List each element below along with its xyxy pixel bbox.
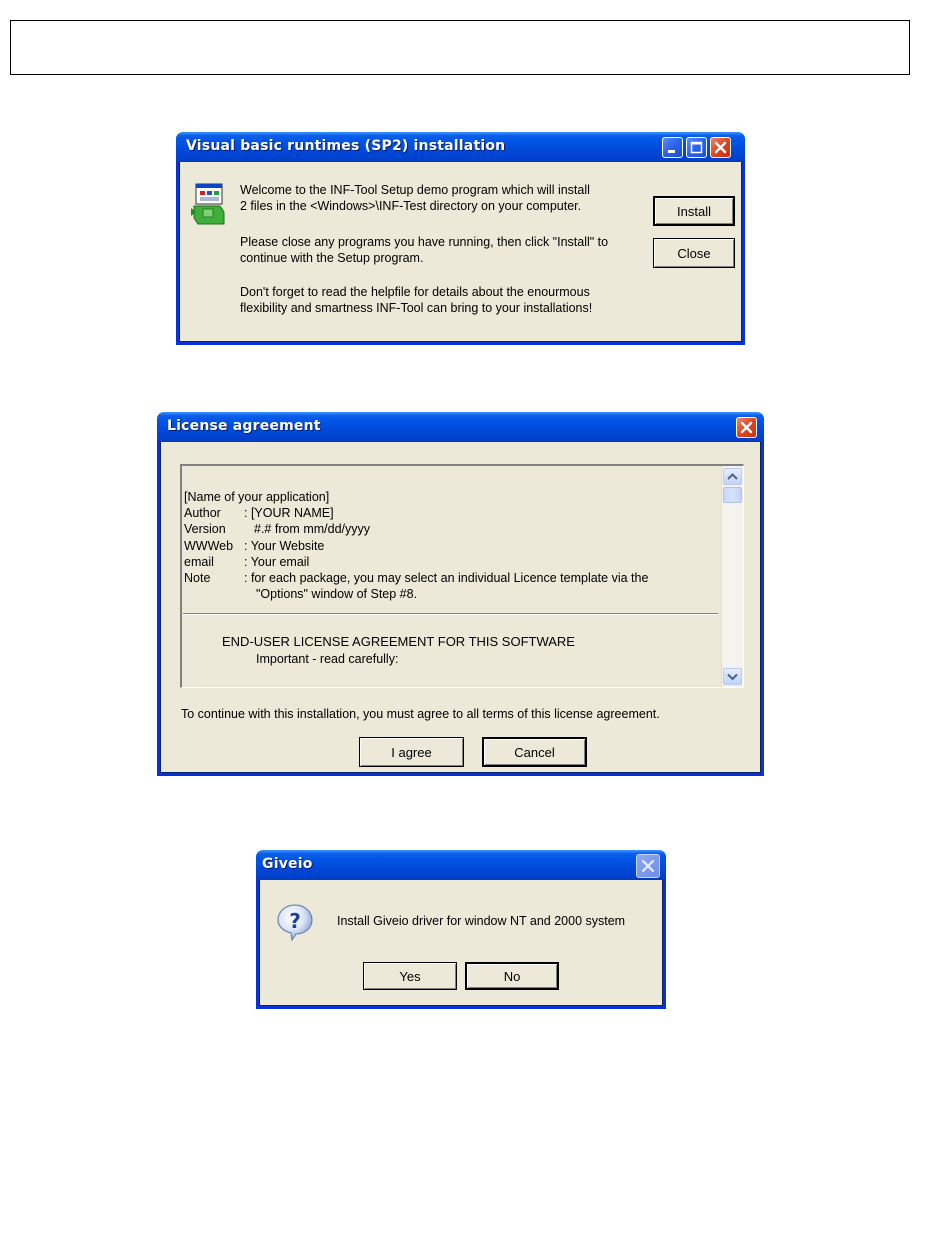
setup-program-icon [190,182,226,226]
installer-titlebar[interactable]: Visual basic runtimes (SP2) installation [176,132,745,162]
license-field-key: WWWeb [184,539,234,553]
no-button[interactable]: No [465,962,559,990]
scroll-up-icon[interactable] [723,468,742,485]
license-field-value: : for each package, you may select an in… [244,571,649,585]
license-titlebar[interactable]: License agreement [157,412,764,442]
eula-heading: END-USER LICENSE AGREEMENT FOR THIS SOFT… [222,634,575,649]
license-title: License agreement [167,418,321,434]
minimize-icon[interactable] [662,137,683,158]
question-icon: ? [275,902,315,942]
install-button[interactable]: Install [653,196,735,226]
svg-text:?: ? [289,909,301,933]
scroll-down-icon[interactable] [723,668,742,685]
installer-title: Visual basic runtimes (SP2) installation [186,138,506,154]
scroll-thumb[interactable] [723,487,742,503]
license-field-key: Author [184,506,221,520]
installer-window: Visual basic runtimes (SP2) installation [176,132,745,345]
agree-button[interactable]: I agree [359,737,464,767]
giveio-window: Giveio ? Install Giveio driver for windo… [256,850,666,1009]
installer-paragraph-2: Please close any programs you have runni… [240,235,609,265]
license-field-value: : [YOUR NAME] [244,506,334,520]
cancel-button[interactable]: Cancel [482,737,587,767]
yes-button[interactable]: Yes [363,962,457,990]
license-scrollbar[interactable] [721,466,743,687]
license-header-line: [Name of your application] [184,490,330,504]
license-field-value: : Your email [244,555,310,569]
agreement-text: To continue with this installation, you … [181,707,660,721]
giveio-titlebar[interactable]: Giveio [256,850,666,880]
license-text-area[interactable]: [Name of your application] Author : [YOU… [180,464,744,688]
page-header-frame [10,20,910,75]
close-icon [636,854,660,878]
license-field-value: #.# from mm/dd/yyyy [254,522,370,536]
license-field-key: email [184,555,214,569]
license-window: License agreement [Name of your applicat… [157,412,764,776]
giveio-message: Install Giveio driver for window NT and … [337,914,626,928]
license-field-key: Version [184,522,226,536]
eula-subheading: Important - read carefully: [256,652,399,666]
license-note-continuation: "Options" window of Step #8. [256,587,418,601]
giveio-title: Giveio [262,856,313,872]
close-icon[interactable] [736,417,757,438]
close-icon[interactable] [710,137,731,158]
maximize-icon[interactable] [686,137,707,158]
license-field-key: Note [184,571,211,585]
license-field-value: : Your Website [244,539,325,553]
license-divider [183,613,718,615]
close-button[interactable]: Close [653,238,735,268]
installer-paragraph-3: Don't forget to read the helpfile for de… [240,285,593,315]
installer-paragraph-1: Welcome to the INF-Tool Setup demo progr… [240,183,590,213]
